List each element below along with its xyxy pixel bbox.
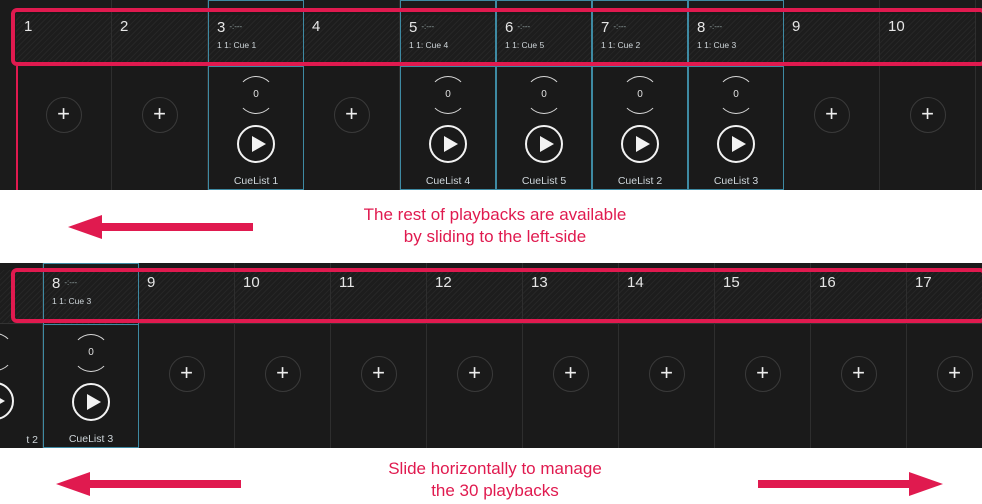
playback-body: 0 CueList 3 xyxy=(689,68,783,189)
cuelist-label: CueList 5 xyxy=(521,175,567,187)
play-icon[interactable] xyxy=(237,125,275,163)
caption-top-line2: by sliding to the left-side xyxy=(403,227,587,246)
add-playback-button[interactable]: + xyxy=(141,97,178,133)
cuelist-label: CueList 1 xyxy=(233,175,279,187)
add-playback-button[interactable]: + xyxy=(264,356,301,392)
playback-body: + xyxy=(112,67,207,190)
highlight-box-top xyxy=(11,8,982,66)
fader-knob[interactable]: 0 xyxy=(429,76,467,114)
playback-body: + xyxy=(880,67,975,190)
playback-body: + xyxy=(619,325,714,448)
add-playback-button[interactable]: + xyxy=(744,356,781,392)
add-playback-button[interactable]: + xyxy=(45,97,82,133)
left-arrow-icon xyxy=(56,472,241,496)
playback-body: + xyxy=(235,325,330,448)
fader-knob[interactable] xyxy=(0,333,14,371)
add-playback-button[interactable]: + xyxy=(813,97,850,133)
play-icon[interactable] xyxy=(0,382,14,420)
playback-body: 0 CueList 4 xyxy=(401,68,495,189)
play-icon[interactable] xyxy=(525,125,563,163)
add-playback-button[interactable]: + xyxy=(333,97,370,133)
cuelist-label: CueList 3 xyxy=(713,175,759,187)
right-arrow-icon xyxy=(758,472,943,496)
playback-body: + xyxy=(523,325,618,448)
playback-body: + xyxy=(16,67,111,190)
fader-knob[interactable]: 0 xyxy=(237,76,275,114)
play-icon[interactable] xyxy=(429,125,467,163)
playback-body: + xyxy=(715,325,810,448)
playback-body: 0 CueList 2 xyxy=(593,68,687,189)
play-icon[interactable] xyxy=(72,383,110,421)
playback-body: + xyxy=(784,67,879,190)
highlight-box-bottom xyxy=(11,268,982,323)
add-playback-button[interactable]: + xyxy=(360,356,397,392)
left-arrow-icon xyxy=(68,215,253,239)
add-playback-button[interactable]: + xyxy=(936,356,973,392)
fader-knob[interactable]: 0 xyxy=(525,76,563,114)
fader-knob[interactable]: 0 xyxy=(72,334,110,372)
fader-knob[interactable]: 0 xyxy=(621,76,659,114)
play-icon[interactable] xyxy=(717,125,755,163)
playback-body: + xyxy=(331,325,426,448)
add-playback-button[interactable]: + xyxy=(456,356,493,392)
playback-body: + xyxy=(139,325,234,448)
playback-body: 0 CueList 3 xyxy=(44,326,138,447)
playback-body: + xyxy=(304,67,399,190)
caption-bottom-line1: Slide horizontally to manage xyxy=(388,459,602,478)
playback-body: 0 CueList 1 xyxy=(209,68,303,189)
cuelist-label: CueList 2 xyxy=(617,175,663,187)
playback-body: + xyxy=(811,325,906,448)
add-playback-button[interactable]: + xyxy=(840,356,877,392)
playback-body: + xyxy=(907,325,982,448)
caption-bottom-line2: the 30 playbacks xyxy=(431,481,559,500)
caption-top-line1: The rest of playbacks are available xyxy=(363,205,627,224)
caption-bottom: Slide horizontally to manage the 30 play… xyxy=(330,458,660,502)
cuelist-label: t 2 xyxy=(26,434,38,446)
add-playback-button[interactable]: + xyxy=(909,97,946,133)
playback-body: + xyxy=(427,325,522,448)
cuelist-label: CueList 4 xyxy=(425,175,471,187)
selection-edge xyxy=(16,66,20,190)
playback-body: t 2 xyxy=(0,325,42,448)
play-icon[interactable] xyxy=(621,125,659,163)
caption-top: The rest of playbacks are available by s… xyxy=(330,204,660,248)
add-playback-button[interactable]: + xyxy=(648,356,685,392)
fader-knob[interactable]: 0 xyxy=(717,76,755,114)
cuelist-label: CueList 3 xyxy=(68,433,114,445)
playback-body: 0 CueList 5 xyxy=(497,68,591,189)
add-playback-button[interactable]: + xyxy=(168,356,205,392)
add-playback-button[interactable]: + xyxy=(552,356,589,392)
